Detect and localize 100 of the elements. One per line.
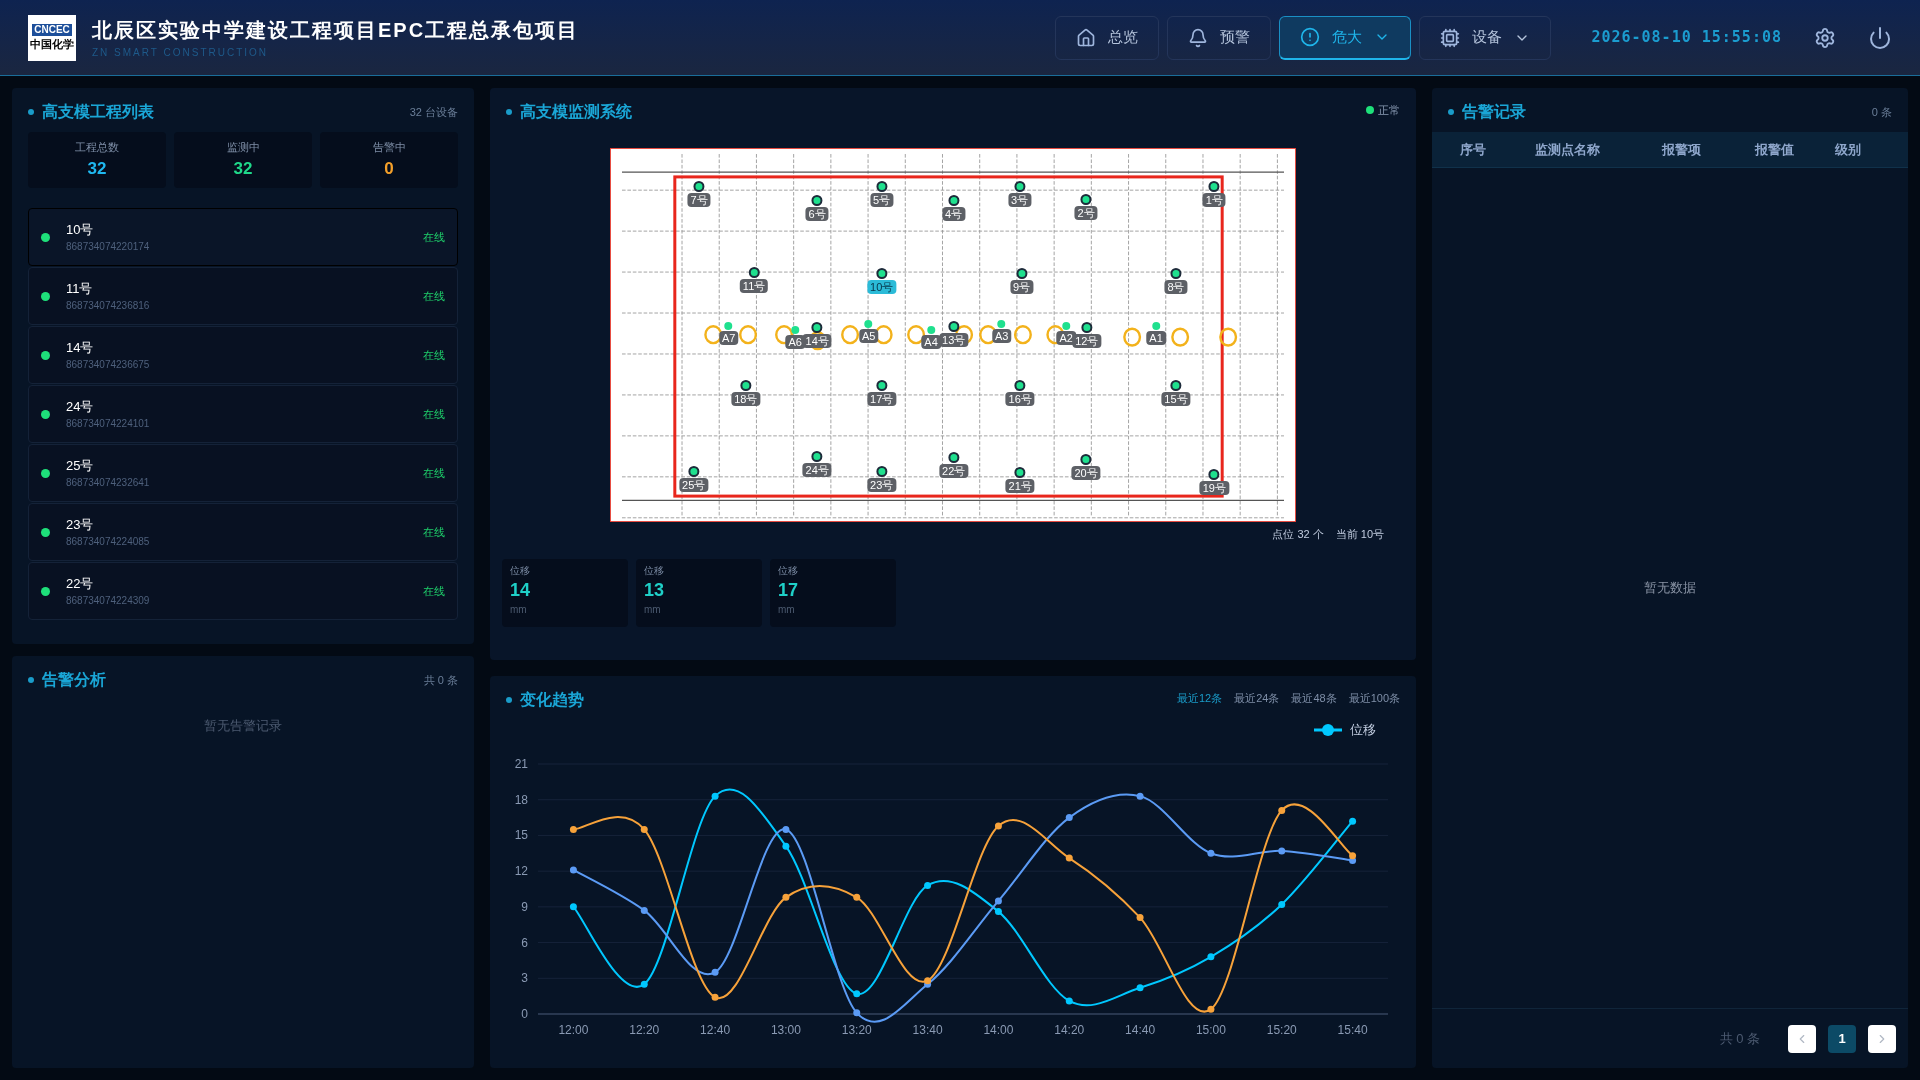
y-tick-label: 9 <box>521 899 528 914</box>
point-label: 21号 <box>1005 479 1035 493</box>
nav-tab[interactable]: 设备 <box>1419 15 1552 60</box>
point-label: 18号 <box>731 392 761 407</box>
bullet-icon <box>1448 109 1454 115</box>
data-point <box>711 993 719 1001</box>
data-point <box>1136 983 1144 991</box>
point-count: 点位 32 个 <box>1272 527 1324 542</box>
data-point <box>711 968 719 976</box>
reading-value: 14 <box>510 578 532 602</box>
data-point <box>853 1008 861 1016</box>
stat-value: 32 <box>87 157 107 180</box>
point-label: 17号 <box>867 392 897 407</box>
data-point <box>924 881 932 889</box>
reading-unit: mm <box>778 602 796 617</box>
panel-title: 变化趋势 <box>520 690 584 710</box>
data-point <box>569 865 577 873</box>
range-tab[interactable]: 最近100条 <box>1348 689 1400 707</box>
device-row[interactable]: 10号 868734074220174 在线 <box>28 208 458 266</box>
data-point <box>1136 792 1144 800</box>
device-status: 在线 <box>423 347 445 363</box>
data-point <box>782 893 790 901</box>
y-tick-label: 21 <box>514 756 528 771</box>
device-status: 在线 <box>423 406 445 422</box>
point-label: 5号 <box>870 193 894 208</box>
stat-label: 工程总数 <box>75 140 119 155</box>
device-row[interactable]: 23号 868734074224085 在线 <box>28 503 458 561</box>
column-header: 序号 <box>1459 140 1487 159</box>
x-tick-label: 14:00 <box>983 1022 1014 1037</box>
range-tab[interactable]: 最近48条 <box>1291 689 1337 707</box>
y-tick-label: 15 <box>514 827 528 842</box>
column-header: 报警项 <box>1660 140 1702 159</box>
status-text: 正常 <box>1378 102 1400 118</box>
legend-marker-icon <box>1314 722 1342 737</box>
data-point <box>994 907 1002 915</box>
empty-message: 暂无数据 <box>1644 579 1696 598</box>
point-label: 15号 <box>1161 392 1191 407</box>
bullet-icon <box>506 109 512 115</box>
device-name: 14号 <box>66 338 95 357</box>
panel-title: 告警记录 <box>1462 102 1526 122</box>
x-tick-label: 14:40 <box>1125 1022 1156 1037</box>
prev-page-button[interactable] <box>1788 1024 1816 1053</box>
power-icon[interactable] <box>1868 25 1892 50</box>
reading-unit: mm <box>510 602 528 617</box>
data-point <box>1278 900 1286 908</box>
reading-label: 位移 <box>510 563 531 578</box>
device-row[interactable]: 11号 868734074236816 在线 <box>28 267 458 325</box>
data-point <box>569 825 577 833</box>
x-tick-label: 14:20 <box>1054 1022 1085 1037</box>
device-row[interactable]: 24号 868734074224101 在线 <box>28 385 458 443</box>
device-name: 25号 <box>66 456 95 475</box>
data-point <box>1207 952 1215 960</box>
data-point <box>640 906 648 914</box>
logo-text: 中国化学 <box>30 38 74 51</box>
device-id: 868734074220174 <box>66 240 150 255</box>
stat-value: 0 <box>384 157 394 180</box>
panel-title: 高支模工程列表 <box>42 102 154 122</box>
data-point <box>1278 846 1286 854</box>
x-tick-label: 12:00 <box>558 1022 589 1037</box>
reading-value: 17 <box>778 578 800 602</box>
x-tick-label: 13:00 <box>770 1022 801 1037</box>
device-row[interactable]: 25号 868734074232641 在线 <box>28 444 458 502</box>
device-id: 868734074224101 <box>66 417 150 432</box>
nav-tab[interactable]: 总览 <box>1055 15 1160 60</box>
device-row[interactable]: 14号 868734074236675 在线 <box>28 326 458 384</box>
device-name: 11号 <box>66 279 94 298</box>
data-point <box>1278 806 1286 814</box>
device-status: 在线 <box>423 465 445 481</box>
nav-tab[interactable]: 预警 <box>1167 15 1272 60</box>
reading-unit: mm <box>644 602 662 617</box>
device-row[interactable]: 22号 868734074224309 在线 <box>28 562 458 620</box>
settings-icon[interactable] <box>1814 26 1836 49</box>
range-tab[interactable]: 最近24条 <box>1234 689 1280 707</box>
column-header: 级别 <box>1834 140 1862 159</box>
data-point <box>1065 813 1073 821</box>
alert-icon <box>1300 27 1321 47</box>
next-page-button[interactable] <box>1868 1024 1896 1053</box>
y-tick-label: 18 <box>514 792 528 807</box>
device-id: 868734074224309 <box>66 594 150 609</box>
y-tick-label: 0 <box>521 1006 528 1021</box>
panel-title: 告警分析 <box>42 670 106 690</box>
range-tab[interactable]: 最近12条 <box>1176 689 1223 707</box>
page-button[interactable]: 1 <box>1828 1024 1856 1053</box>
x-tick-label: 15:20 <box>1266 1022 1297 1037</box>
panel-title: 高支模监测系统 <box>520 102 632 122</box>
data-point <box>782 842 790 850</box>
nav-tab[interactable]: 危大 <box>1279 15 1412 60</box>
bullet-icon <box>28 109 34 115</box>
logo-mark: CNCEC <box>32 24 72 36</box>
point-label: 16号 <box>1005 392 1035 407</box>
stat-value: 32 <box>233 157 253 180</box>
x-tick-label: 12:40 <box>700 1022 731 1037</box>
data-point <box>711 792 719 800</box>
panel-count: 32 台设备 <box>409 104 458 120</box>
x-tick-label: 15:40 <box>1337 1022 1368 1037</box>
column-header: 监测点名称 <box>1533 140 1601 159</box>
device-id: 868734074232641 <box>66 476 150 491</box>
device-id: 868734074236675 <box>66 358 150 373</box>
device-name: 10号 <box>66 220 95 239</box>
date-time: 2026-08-10 15:55:08 <box>1591 27 1782 49</box>
